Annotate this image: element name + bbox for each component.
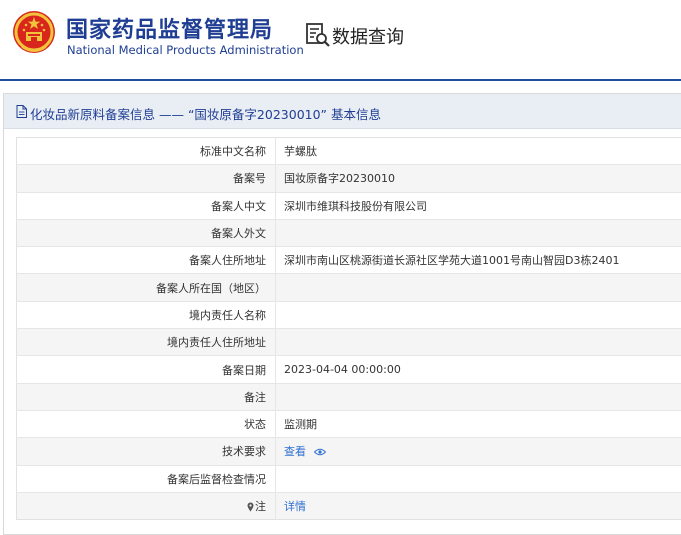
national-emblem-icon[interactable] — [12, 10, 56, 56]
view-tech-requirements-link[interactable]: 查看 — [284, 445, 306, 458]
field-value — [275, 301, 681, 330]
table-row: 境内责任人名称 — [16, 301, 681, 330]
field-label: 备案日期 — [16, 355, 276, 384]
field-label: 状态 — [16, 410, 276, 439]
panel-title: 化妆品新原料备案信息 —— “国妆原备字20230010” 基本信息 — [30, 107, 381, 122]
record-panel: 化妆品新原料备案信息 —— “国妆原备字20230010” 基本信息 标准中文名… — [3, 93, 681, 535]
table-row: 备案日期 2023-04-04 00:00:00 — [16, 355, 681, 384]
table-row: 备案人中文 深圳市维琪科技股份有限公司 — [16, 192, 681, 220]
field-value — [275, 219, 681, 248]
field-value — [275, 273, 681, 302]
field-label: 备案人外文 — [16, 219, 276, 248]
field-label: 标准中文名称 — [16, 137, 276, 166]
document-icon — [16, 105, 27, 118]
field-value: 深圳市南山区桃源街道长源社区学苑大道1001号南山智园D3栋2401 — [275, 246, 681, 275]
field-label: 注 — [16, 492, 276, 520]
table-row: 注 详情 — [16, 492, 681, 520]
site-title-en[interactable]: National Medical Products Administration — [67, 43, 304, 57]
header-divider — [0, 79, 681, 81]
field-value — [275, 383, 681, 411]
field-value: 监测期 — [275, 410, 681, 439]
site-header: 国家药品监督管理局 National Medical Products Admi… — [0, 0, 681, 81]
data-query-icon — [306, 23, 330, 47]
table-row: 备案人所在国（地区） — [16, 273, 681, 302]
field-value: 查看 — [275, 437, 681, 466]
eye-icon[interactable] — [313, 448, 326, 456]
table-row: 标准中文名称 芋螺肽 — [16, 137, 681, 166]
field-value: 深圳市维琪科技股份有限公司 — [275, 192, 681, 220]
table-row: 状态 监测期 — [16, 410, 681, 439]
field-value: 详情 — [275, 492, 681, 520]
panel-title-bar: 化妆品新原料备案信息 —— “国妆原备字20230010” 基本信息 — [4, 94, 681, 129]
field-value: 2023-04-04 00:00:00 — [275, 355, 681, 384]
field-label: 备案后监督检查情况 — [16, 465, 276, 493]
field-label: 备案号 — [16, 164, 276, 193]
data-query-label[interactable]: 数据查询 — [332, 23, 404, 49]
field-label: 备案人所在国（地区） — [16, 273, 276, 302]
note-details-link[interactable]: 详情 — [284, 500, 306, 513]
table-row: 技术要求 查看 — [16, 437, 681, 466]
record-info-table: 标准中文名称 芋螺肽 备案号 国妆原备字20230010 备案人中文 深圳市维琪… — [16, 137, 681, 521]
field-value: 国妆原备字20230010 — [275, 164, 681, 193]
table-row: 备案人外文 — [16, 219, 681, 248]
field-label: 境内责任人住所地址 — [16, 328, 276, 357]
table-row: 备案后监督检查情况 — [16, 465, 681, 493]
site-title-cn[interactable]: 国家药品监督管理局 — [66, 12, 273, 44]
field-label: 备注 — [16, 383, 276, 411]
field-label: 备案人住所地址 — [16, 246, 276, 275]
field-value — [275, 465, 681, 493]
field-value — [275, 328, 681, 357]
note-label: 注 — [255, 500, 266, 513]
table-row: 备注 — [16, 383, 681, 411]
pin-icon — [247, 502, 254, 512]
table-row: 备案号 国妆原备字20230010 — [16, 164, 681, 193]
field-label: 境内责任人名称 — [16, 301, 276, 330]
table-row: 境内责任人住所地址 — [16, 328, 681, 357]
table-row: 备案人住所地址 深圳市南山区桃源街道长源社区学苑大道1001号南山智园D3栋24… — [16, 246, 681, 275]
field-value: 芋螺肽 — [275, 137, 681, 166]
field-label: 备案人中文 — [16, 192, 276, 220]
field-label: 技术要求 — [16, 437, 276, 466]
